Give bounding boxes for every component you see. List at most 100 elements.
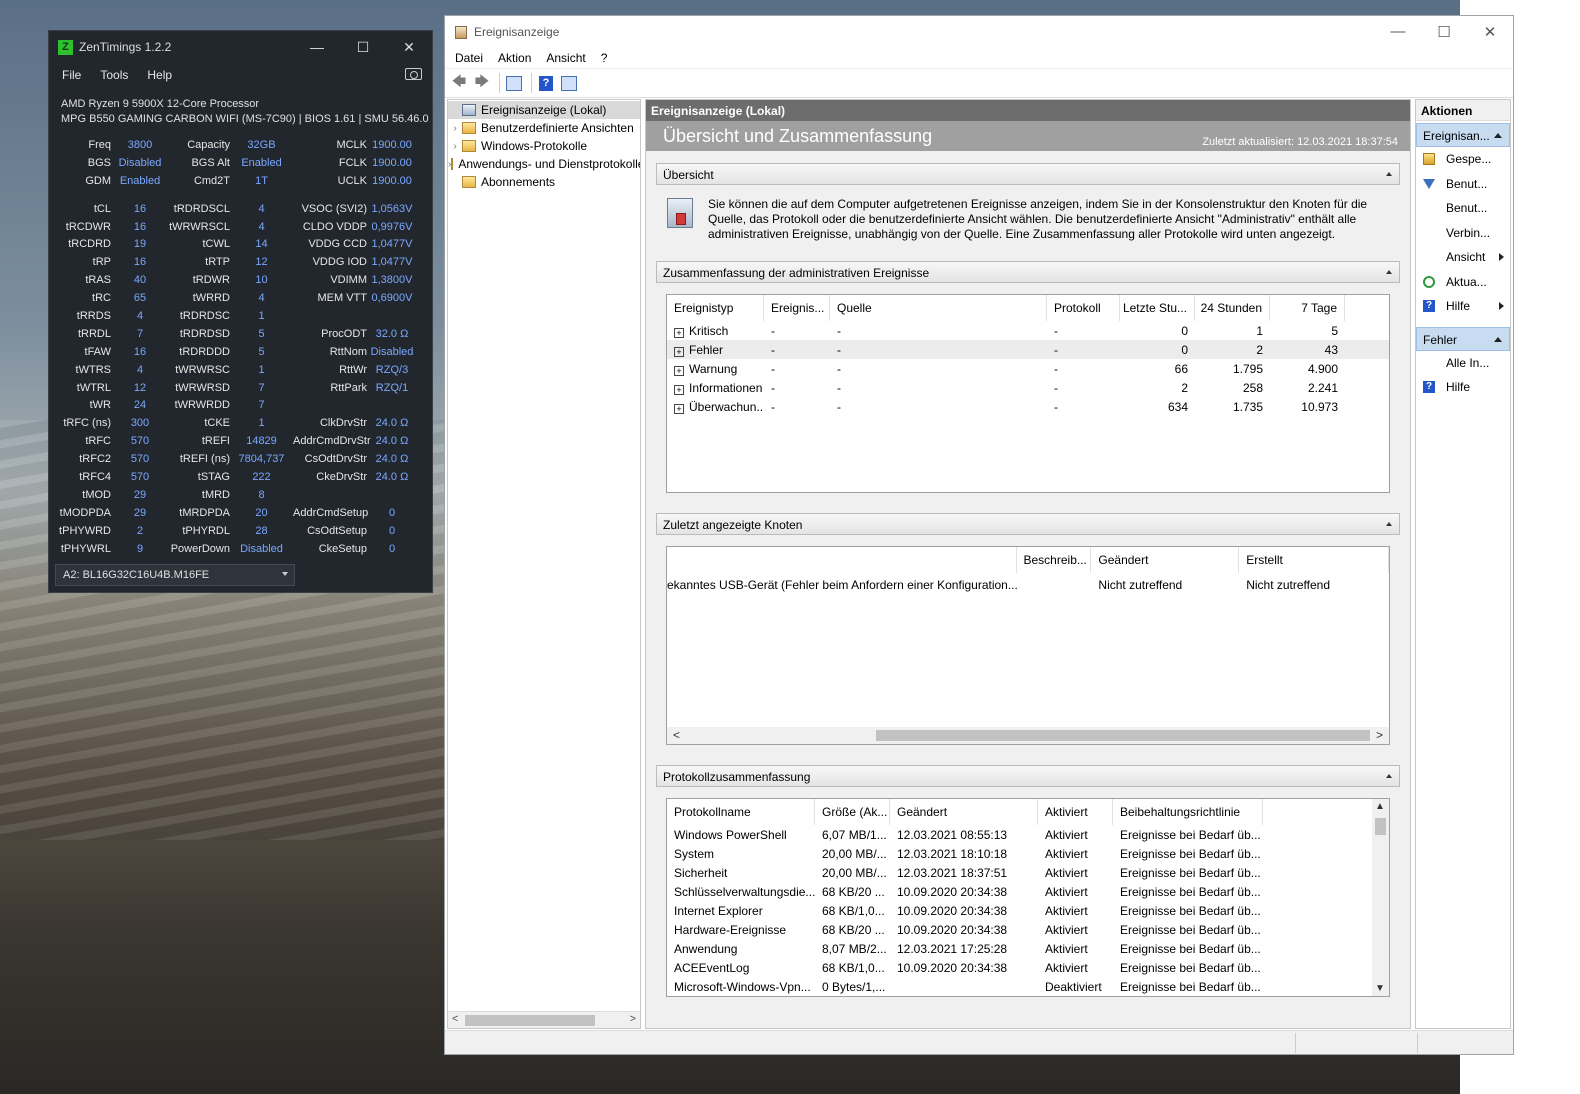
menu-file[interactable]: File (62, 68, 81, 82)
tree-item[interactable]: Ereignisanzeige (Lokal) (448, 101, 640, 119)
table-row[interactable]: ekanntes USB-Gerät (Fehler beim Anforder… (667, 573, 1389, 597)
action-item[interactable]: Aktua... (1416, 270, 1510, 295)
table-row[interactable]: ACEEventLog 68 KB/1,0... 10.09.2020 20:34:… (667, 958, 1389, 977)
scroll-right-icon[interactable]: > (630, 1013, 636, 1025)
action-item[interactable]: ? Hilfe (1416, 375, 1510, 400)
collapse-icon[interactable] (1386, 270, 1392, 274)
action-item[interactable]: Ansicht (1416, 245, 1510, 270)
column-header[interactable]: Erstellt (1239, 547, 1389, 573)
scroll-up-icon[interactable]: ▲ (1375, 801, 1385, 812)
maximize-button[interactable]: ☐ (340, 39, 386, 56)
overview-section-header[interactable]: Übersicht (656, 163, 1400, 185)
menu-aktion[interactable]: Aktion (498, 51, 531, 65)
scroll-thumb[interactable] (465, 1015, 595, 1026)
tree-item[interactable]: › Windows-Protokolle (448, 137, 640, 155)
expand-icon[interactable]: + (674, 384, 684, 395)
log-summary-section-header[interactable]: Protokollzusammenfassung (656, 765, 1400, 787)
menu-help[interactable]: Help (147, 68, 172, 82)
tree-item[interactable]: › Anwendungs- und Dienstprotokolle (448, 155, 640, 173)
scroll-thumb[interactable] (876, 730, 1370, 741)
show-console-tree-button[interactable] (504, 73, 524, 93)
menu-ansicht[interactable]: Ansicht (546, 51, 585, 65)
column-header[interactable]: Protokoll (1047, 295, 1120, 321)
close-button[interactable]: ✕ (1467, 23, 1513, 41)
tree-item[interactable]: Abonnements (448, 173, 640, 191)
scroll-down-icon[interactable]: ▼ (1375, 983, 1385, 994)
table-row[interactable]: Windows PowerShell 6,07 MB/1... 12.03.2021… (667, 825, 1389, 844)
column-header[interactable]: Beschreib... (1017, 547, 1092, 573)
column-header[interactable]: Geändert (890, 799, 1038, 825)
screenshot-camera-icon[interactable] (405, 68, 422, 80)
table-row[interactable]: Schlüsselverwaltungsdie... 68 KB/20 ... 10… (667, 882, 1389, 901)
scroll-thumb[interactable] (1375, 818, 1386, 835)
action-item[interactable]: ? Hilfe (1416, 294, 1510, 319)
maximize-button[interactable]: ☐ (1421, 23, 1467, 41)
tree-horizontal-scrollbar[interactable]: < > (448, 1011, 640, 1028)
table-row[interactable]: Hardware-Ereignisse 68 KB/20 ... 10.09.202… (667, 920, 1389, 939)
table-row[interactable]: Sicherheit 20,00 MB/... 12.03.2021 18:37:5… (667, 863, 1389, 882)
admin-summary-section-header[interactable]: Zusammenfassung der administrativen Erei… (656, 261, 1400, 283)
eventviewer-titlebar[interactable]: Ereignisanzeige — ☐ ✕ (445, 16, 1513, 48)
recent-nodes-horizontal-scrollbar[interactable]: < > (667, 727, 1389, 744)
table-row[interactable]: + Warnung - - - 66 1.795 4.900 (667, 359, 1389, 378)
timing-value: 24.0 Ω (375, 470, 409, 483)
actions-section-fehler[interactable]: Fehler (1416, 326, 1510, 351)
column-header[interactable]: Ereignis... (764, 295, 830, 321)
collapse-icon[interactable] (1386, 774, 1392, 778)
column-header[interactable]: 7 Tage (1270, 295, 1345, 321)
chevron-right-icon[interactable]: › (448, 141, 462, 152)
collapse-icon[interactable] (1494, 133, 1502, 138)
column-header[interactable]: Quelle (830, 295, 1047, 321)
action-item[interactable]: Benut... (1416, 196, 1510, 221)
collapse-icon[interactable] (1494, 336, 1502, 342)
column-header[interactable] (667, 547, 1017, 573)
actions-section-eventviewer[interactable]: Ereignisan... (1416, 123, 1510, 147)
table-row[interactable]: Internet Explorer 68 KB/1,0... 10.09.2020 … (667, 901, 1389, 920)
show-action-pane-button[interactable] (559, 73, 579, 93)
menu-tools[interactable]: Tools (100, 68, 128, 82)
column-header[interactable]: Aktiviert (1038, 799, 1113, 825)
action-item[interactable]: Alle In... (1416, 351, 1510, 376)
expand-icon[interactable]: + (674, 365, 684, 376)
forward-arrow-icon[interactable]: 🡆 (472, 73, 492, 93)
log-summary-vertical-scrollbar[interactable]: ▲ ▼ (1372, 799, 1389, 996)
close-button[interactable]: ✕ (386, 39, 432, 56)
table-row[interactable]: + Überwachun... - - -634 1.735 10.973 (667, 397, 1389, 416)
column-header[interactable]: 24 Stunden (1195, 295, 1270, 321)
help-button[interactable]: ? (536, 73, 556, 93)
column-header[interactable]: Protokollname (667, 799, 815, 825)
tree-item[interactable]: › Benutzerdefinierte Ansichten (448, 119, 640, 137)
chevron-right-icon[interactable]: › (448, 123, 462, 134)
scroll-left-icon[interactable]: < (673, 728, 680, 742)
collapse-icon[interactable] (1386, 172, 1392, 176)
minimize-button[interactable]: — (294, 39, 340, 56)
column-header[interactable]: Letzte Stu... (1120, 295, 1195, 321)
action-item[interactable]: Gespe... (1416, 147, 1510, 172)
expand-icon[interactable]: + (674, 346, 684, 357)
table-row[interactable]: System 20,00 MB/... 12.03.2021 18:10:18 Akt… (667, 844, 1389, 863)
scroll-left-icon[interactable]: < (452, 1013, 458, 1025)
collapse-icon[interactable] (1386, 522, 1392, 526)
table-row[interactable]: + Kritisch - - - 0 1 5 (667, 321, 1389, 340)
expand-icon[interactable]: + (674, 327, 684, 338)
column-header[interactable]: Größe (Ak... (815, 799, 890, 825)
expand-icon[interactable]: + (674, 403, 684, 414)
column-header[interactable]: Geändert (1091, 547, 1240, 573)
action-item[interactable]: Verbin... (1416, 221, 1510, 246)
menu-datei[interactable]: Datei (455, 51, 483, 65)
table-row[interactable]: Microsoft-Windows-Vpn... 0 Bytes/1,... Dea… (667, 977, 1389, 996)
minimize-button[interactable]: — (1375, 23, 1421, 41)
menu-help[interactable]: ? (601, 51, 608, 65)
scroll-right-icon[interactable]: > (1376, 728, 1383, 742)
action-item[interactable]: Benut... (1416, 172, 1510, 197)
table-row[interactable]: + Fehler - - - 0 2 43 (667, 340, 1389, 359)
column-header[interactable]: Beibehaltungsrichtlinie (1113, 799, 1263, 825)
table-row[interactable]: Anwendung 8,07 MB/2... 12.03.2021 17:25:28… (667, 939, 1389, 958)
recent-nodes-section-header[interactable]: Zuletzt angezeigte Knoten (656, 513, 1400, 535)
table-cell: - (1054, 380, 1058, 395)
table-row[interactable]: + Informationen - - -2 258 2.241 (667, 378, 1389, 397)
back-arrow-icon[interactable]: 🡄 (449, 73, 469, 93)
zentimings-titlebar[interactable]: Z ZenTimings 1.2.2 — ☐ ✕ (49, 31, 432, 63)
dimm-select[interactable]: A2: BL16G32C16U4B.M16FE (55, 564, 295, 586)
column-header[interactable]: Ereignistyp (667, 295, 764, 321)
